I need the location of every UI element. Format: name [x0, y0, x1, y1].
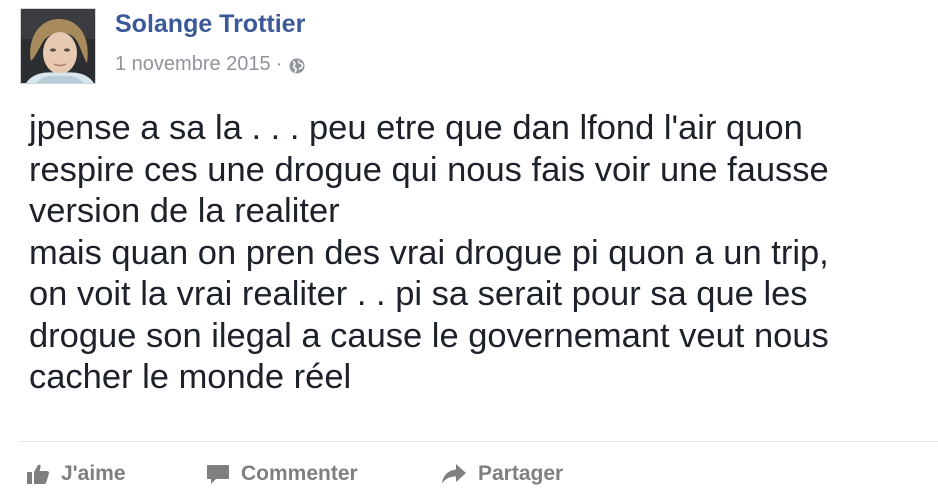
- comment-label: Commenter: [241, 462, 358, 485]
- share-arrow-icon: [441, 463, 467, 485]
- post-meta: 1 novembre 2015 ·: [115, 53, 306, 76]
- post-actions: J'aime Commenter Partager: [0, 454, 938, 494]
- share-label: Partager: [478, 462, 564, 485]
- globe-icon[interactable]: [288, 57, 306, 75]
- post-text: jpense a sa la . . . peu etre que dan lf…: [29, 109, 829, 396]
- thumbs-up-icon: [26, 463, 50, 485]
- divider: [20, 441, 938, 442]
- like-button[interactable]: J'aime: [26, 454, 126, 494]
- comment-icon: [206, 463, 230, 485]
- share-button[interactable]: Partager: [441, 454, 563, 494]
- facebook-post: Solange Trottier 1 novembre 2015 · jpens…: [0, 0, 938, 500]
- avatar[interactable]: [20, 8, 96, 84]
- post-date[interactable]: 1 novembre 2015: [115, 53, 271, 76]
- meta-separator: ·: [275, 53, 283, 75]
- author-name[interactable]: Solange Trottier: [115, 10, 305, 39]
- profile-photo: [21, 9, 95, 83]
- comment-button[interactable]: Commenter: [206, 454, 358, 494]
- like-label: J'aime: [61, 462, 126, 485]
